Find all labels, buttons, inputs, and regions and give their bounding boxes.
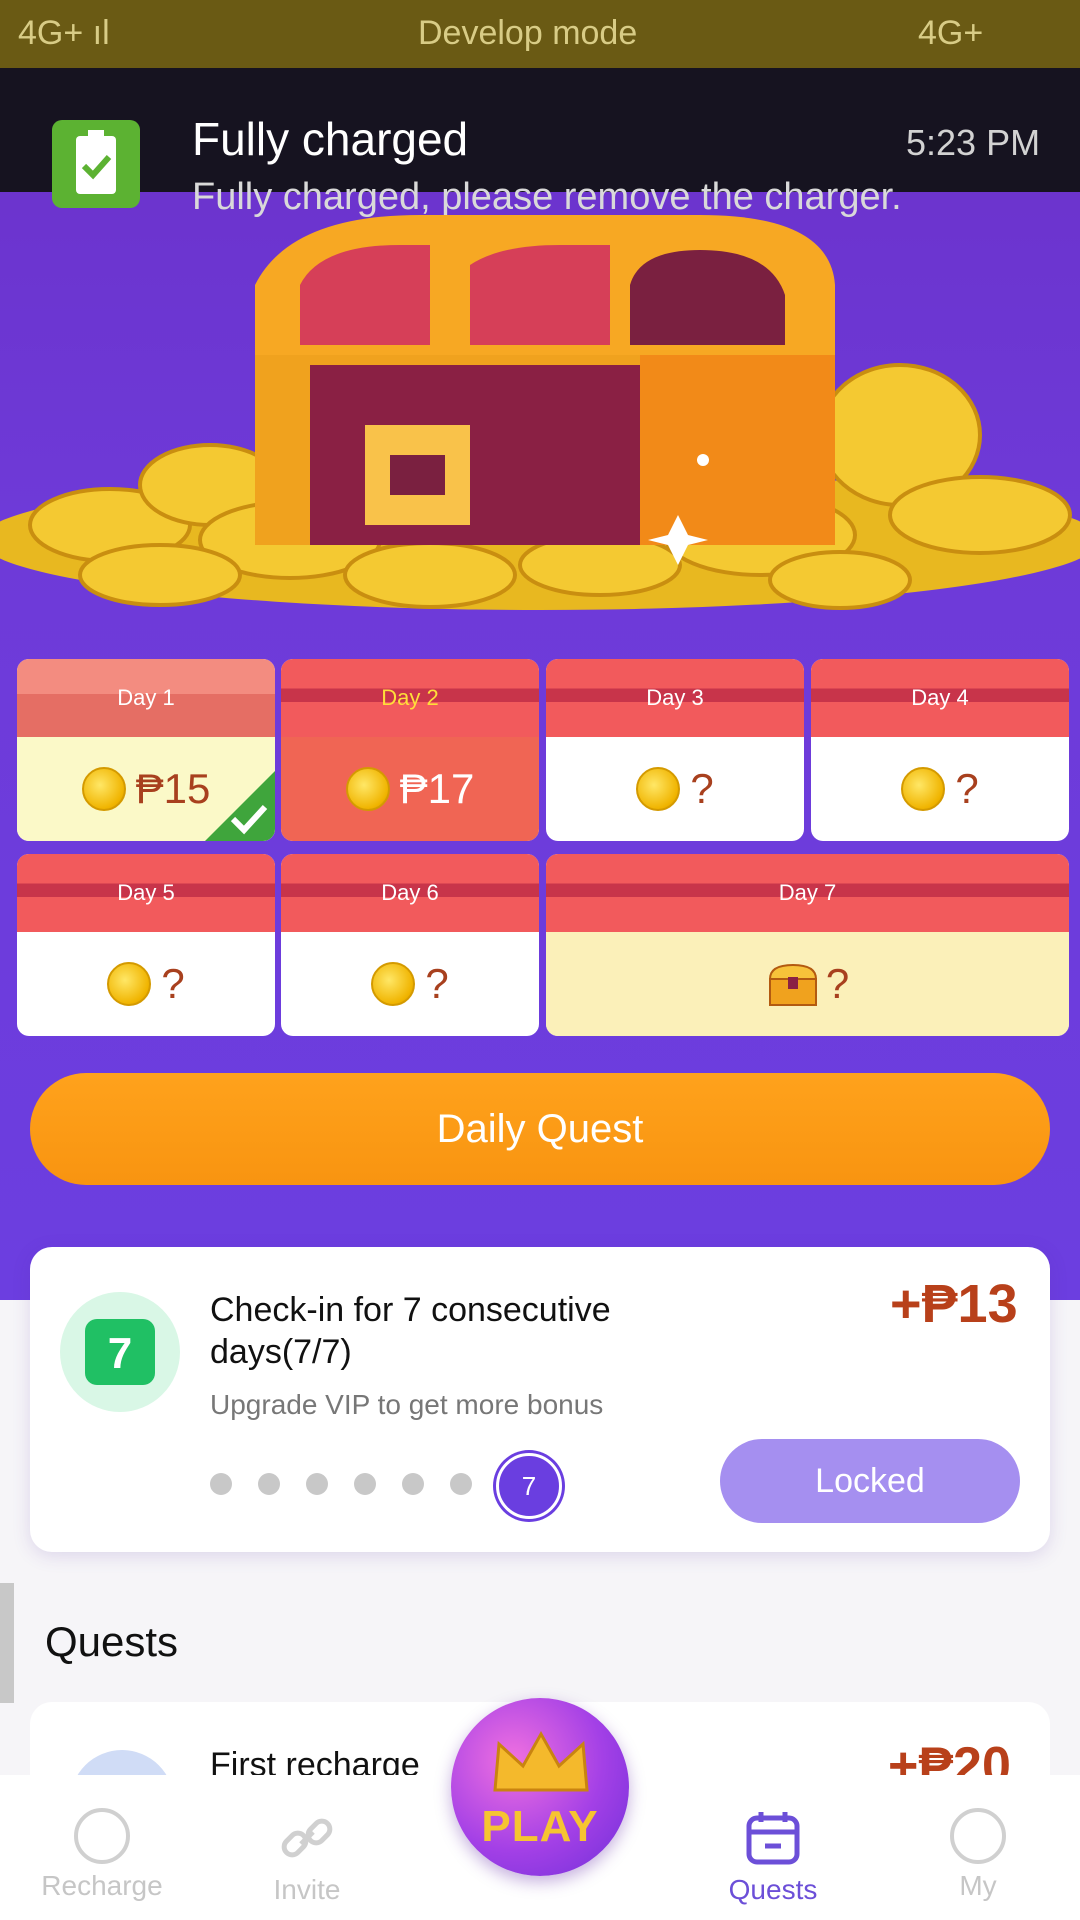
nav-my-label: My bbox=[959, 1870, 997, 1901]
progress-dot bbox=[450, 1473, 472, 1495]
day-reward-value: ? bbox=[690, 765, 714, 812]
coin-icon bbox=[345, 767, 390, 811]
day-label: Day 1 bbox=[17, 659, 275, 737]
day-reward: ₱17 bbox=[281, 737, 539, 841]
day-card-3[interactable]: Day 3 ? bbox=[546, 659, 804, 841]
play-label: PLAY bbox=[481, 1802, 599, 1851]
calendar-icon: 7 bbox=[85, 1319, 155, 1385]
recharge-icon bbox=[74, 1808, 130, 1864]
signal-indicator: 4G+ ıl bbox=[18, 14, 110, 52]
day-card-6[interactable]: Day 6 ? bbox=[281, 854, 539, 1036]
nav-recharge[interactable]: Recharge bbox=[22, 1808, 182, 1902]
charging-notification[interactable]: Fully charged 5:23 PM Fully charged, ple… bbox=[0, 68, 1080, 218]
day-reward: ? bbox=[546, 932, 1069, 1036]
day-card-5[interactable]: Day 5 ? bbox=[17, 854, 275, 1036]
nav-my[interactable]: My bbox=[898, 1808, 1058, 1902]
day-reward: ? bbox=[281, 932, 539, 1036]
section-marker bbox=[0, 1583, 14, 1703]
coin-icon bbox=[371, 962, 416, 1006]
day-reward-value: ? bbox=[161, 960, 185, 1007]
day-label: Day 3 bbox=[546, 659, 804, 737]
progress-current-day: 7 bbox=[496, 1453, 562, 1519]
day-label: Day 7 bbox=[546, 854, 1069, 932]
day-reward-value: ? bbox=[825, 960, 850, 1007]
checkin-title: Check-in for 7 consecutive days(7/7) bbox=[210, 1291, 611, 1371]
day-reward-value: ? bbox=[425, 960, 449, 1007]
coin-icon bbox=[81, 767, 126, 811]
notification-time: 5:23 PM bbox=[906, 122, 1041, 163]
nav-quests[interactable]: Quests bbox=[693, 1808, 853, 1906]
nav-quests-label: Quests bbox=[728, 1874, 818, 1905]
day-label: Day 5 bbox=[17, 854, 275, 932]
progress-dot bbox=[306, 1473, 328, 1495]
checkin-card: 7 Check-in for 7 consecutive days(7/7) +… bbox=[30, 1247, 1050, 1552]
crown-icon bbox=[493, 1730, 589, 1792]
coin-icon bbox=[901, 767, 946, 811]
day-reward: ? bbox=[811, 737, 1069, 841]
day-label: Day 6 bbox=[281, 854, 539, 932]
progress-dot bbox=[258, 1473, 280, 1495]
nav-invite-label: Invite bbox=[273, 1874, 341, 1905]
day-reward-value: ₱15 bbox=[135, 765, 211, 812]
day-card-2[interactable]: Day 2 ₱17 bbox=[281, 659, 539, 841]
nav-invite[interactable]: Invite bbox=[227, 1808, 387, 1906]
profile-icon bbox=[950, 1808, 1006, 1864]
day-reward: ? bbox=[17, 932, 275, 1036]
develop-mode-label: Develop mode bbox=[418, 14, 638, 52]
locked-button[interactable]: Locked bbox=[720, 1439, 1020, 1523]
checkin-subtitle: Upgrade VIP to get more bonus bbox=[210, 1389, 604, 1420]
status-bar: 4G+ ıl Develop mode 4G+ bbox=[0, 0, 1080, 70]
nav-recharge-label: Recharge bbox=[41, 1870, 163, 1901]
daily-quest-button[interactable]: Daily Quest bbox=[30, 1073, 1050, 1185]
day-reward-value: ? bbox=[955, 765, 979, 812]
quests-heading: Quests bbox=[45, 1618, 179, 1665]
day-label: Day 2 bbox=[281, 659, 539, 737]
network-indicator: 4G+ bbox=[918, 14, 984, 52]
play-button[interactable]: PLAY bbox=[451, 1698, 629, 1876]
calendar-nav-icon bbox=[746, 1812, 800, 1865]
progress-dot bbox=[354, 1473, 376, 1495]
progress-dot bbox=[210, 1473, 232, 1495]
treasure-chest-icon bbox=[768, 963, 817, 1006]
checkin-bonus: +₱13 bbox=[890, 1274, 1018, 1334]
treasure-chest-illustration bbox=[0, 195, 1080, 615]
link-icon bbox=[281, 1818, 333, 1858]
day-card-7[interactable]: Day 7 ? bbox=[546, 854, 1069, 1036]
coin-icon bbox=[636, 767, 681, 811]
check-icon bbox=[230, 804, 268, 835]
day-reward-value: ₱17 bbox=[399, 765, 475, 812]
day-card-1[interactable]: Day 1 ₱15 bbox=[17, 659, 275, 841]
day-reward: ? bbox=[546, 737, 804, 841]
progress-dot bbox=[402, 1473, 424, 1495]
day-card-4[interactable]: Day 4 ? bbox=[811, 659, 1069, 841]
coin-icon bbox=[107, 962, 152, 1006]
day-label: Day 4 bbox=[811, 659, 1069, 737]
notification-title: Fully charged bbox=[192, 113, 469, 165]
